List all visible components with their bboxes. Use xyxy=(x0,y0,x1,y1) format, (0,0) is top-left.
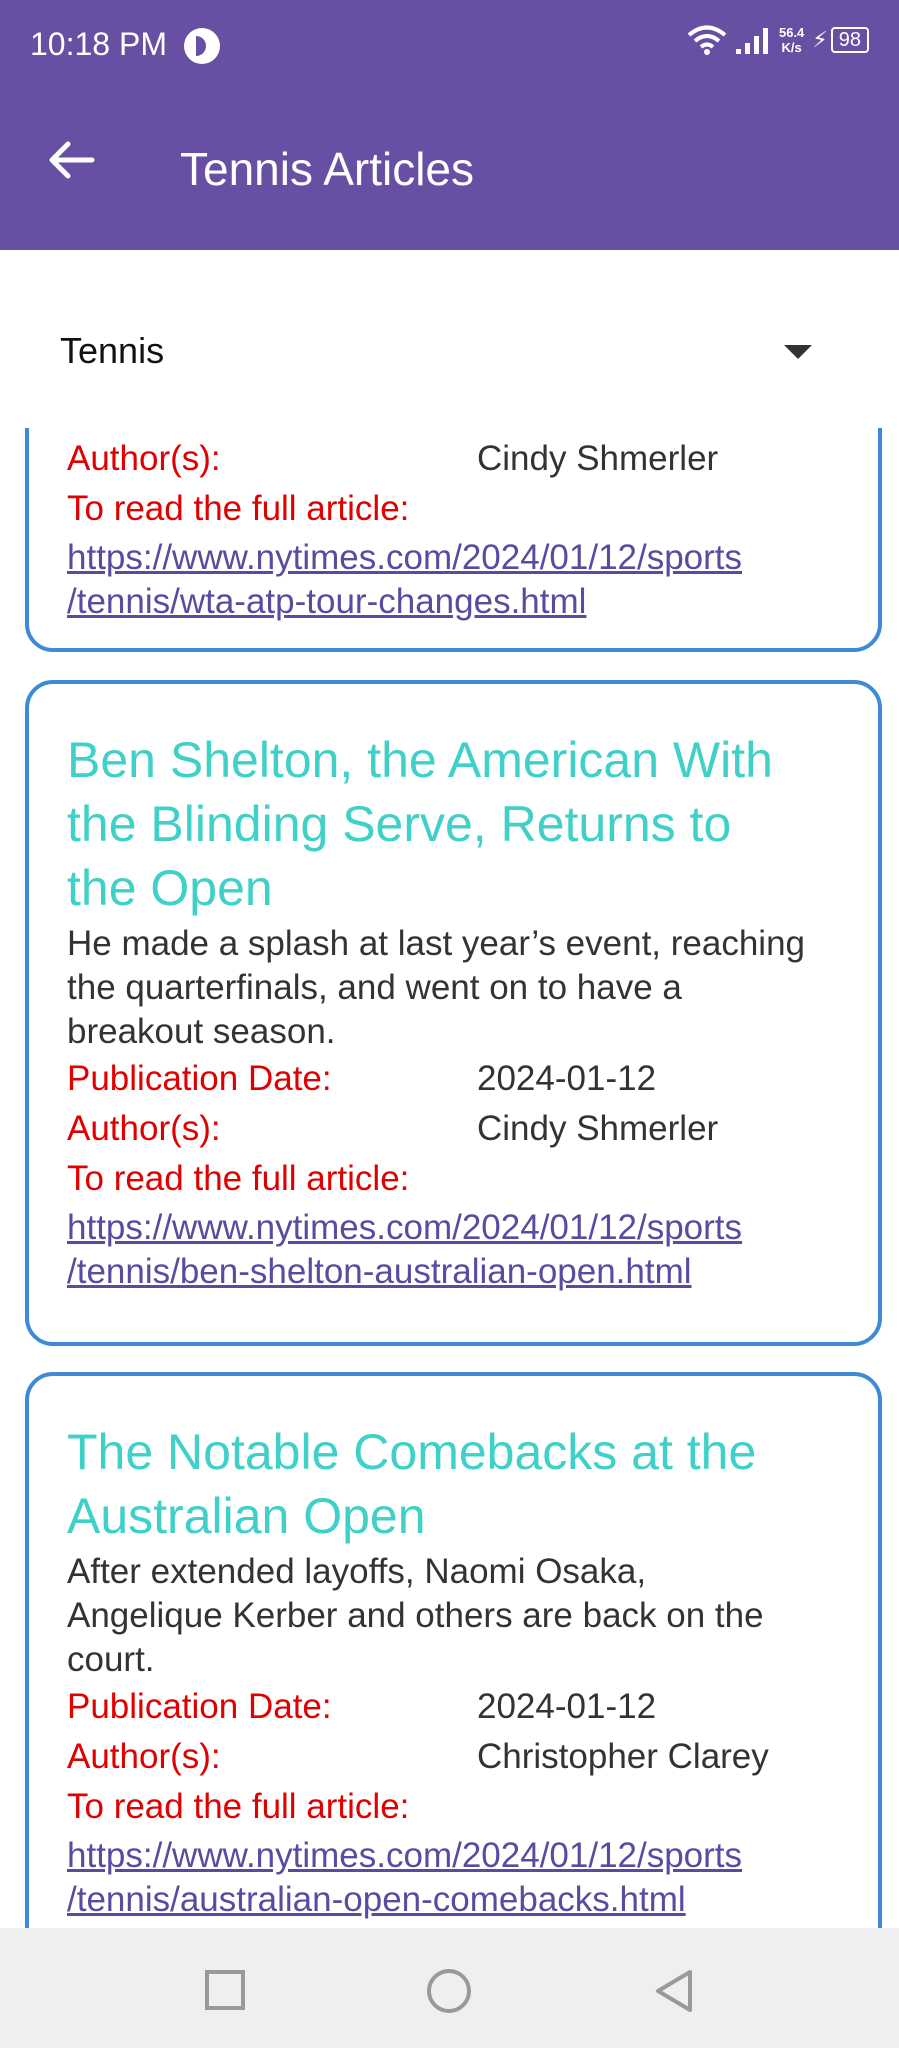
article-title-line1: Ben Shelton, the American With xyxy=(67,732,773,788)
article-title-line2: the Blinding Serve, Returns to xyxy=(67,796,732,852)
article-title: The Notable Comebacks at the Australian … xyxy=(67,1420,840,1548)
network-speed: 56.4 K/s xyxy=(779,25,804,55)
article-link-line2: /tennis/ben-shelton-australian-open.html xyxy=(67,1252,692,1291)
article-card[interactable]: Author(s): Cindy Shmerler To read the fu… xyxy=(25,428,882,652)
page-title: Tennis Articles xyxy=(180,143,475,195)
publication-date-row: Publication Date: 2024-01-12 xyxy=(67,1054,840,1104)
charging-icon: ⚡ xyxy=(812,27,828,52)
recent-apps-icon[interactable] xyxy=(203,1968,247,2012)
author-value: Christopher Clarey xyxy=(477,1737,769,1776)
author-row: Author(s): Christopher Clarey xyxy=(67,1732,840,1782)
author-row: Author(s): Cindy Shmerler xyxy=(67,1104,840,1154)
read-full-label: To read the full article: xyxy=(67,1787,410,1826)
author-label: Author(s): xyxy=(67,1737,221,1776)
back-triangle-icon[interactable] xyxy=(652,1968,696,2012)
top-app-bar: 10:18 PM 56.4 K/s ⚡ 98 Tennis Articles xyxy=(0,0,899,250)
article-link[interactable]: https://www.nytimes.com/2024/01/12/sport… xyxy=(67,1834,840,1922)
article-abstract: After extended layoffs, Naomi Osaka, Ang… xyxy=(67,1550,840,1682)
article-abstract: He made a splash at last year’s event, r… xyxy=(67,922,840,1054)
notification-app-icon xyxy=(184,28,220,64)
article-link-line1: https://www.nytimes.com/2024/01/12/sport… xyxy=(67,1208,743,1247)
battery-level: 98 xyxy=(830,27,869,53)
article-link-line1: https://www.nytimes.com/2024/01/12/sport… xyxy=(67,1836,743,1875)
article-title-line1: The Notable Comebacks at the xyxy=(67,1424,757,1480)
author-value: Cindy Shmerler xyxy=(477,439,719,478)
article-list[interactable]: Author(s): Cindy Shmerler To read the fu… xyxy=(0,428,899,1928)
article-title-line2: Australian Open xyxy=(67,1488,426,1544)
article-title-line3: the Open xyxy=(67,860,273,916)
author-value: Cindy Shmerler xyxy=(477,1109,719,1148)
battery-indicator: ⚡ 98 xyxy=(812,27,869,53)
publication-date-value: 2024-01-12 xyxy=(477,1059,657,1098)
article-title: Ben Shelton, the American With the Blind… xyxy=(67,728,840,920)
dropdown-selected-value: Tennis xyxy=(60,330,165,371)
article-abstract-line3: court. xyxy=(67,1640,155,1679)
author-label: Author(s): xyxy=(67,439,221,478)
status-time: 10:18 PM xyxy=(30,26,167,62)
screen: 10:18 PM 56.4 K/s ⚡ 98 Tennis Articles T… xyxy=(0,0,899,2048)
publication-date-value: 2024-01-12 xyxy=(477,1687,657,1726)
article-link-line2: /tennis/australian-open-comebacks.html xyxy=(67,1880,686,1919)
publication-date-label: Publication Date: xyxy=(67,1687,332,1726)
article-card[interactable]: Ben Shelton, the American With the Blind… xyxy=(25,680,882,1346)
article-link[interactable]: https://www.nytimes.com/2024/01/12/sport… xyxy=(67,1206,840,1294)
read-full-label: To read the full article: xyxy=(67,1159,410,1198)
wifi-icon xyxy=(687,24,727,56)
home-icon[interactable] xyxy=(426,1968,471,2013)
article-link-line1: https://www.nytimes.com/2024/01/12/sport… xyxy=(67,538,743,577)
net-speed-value: 56.4 xyxy=(778,25,805,40)
article-card[interactable]: The Notable Comebacks at the Australian … xyxy=(25,1372,882,1928)
publication-date-row: Publication Date: 2024-01-12 xyxy=(67,1682,840,1732)
author-label: Author(s): xyxy=(67,1109,221,1148)
article-abstract-line2: Angelique Kerber and others are back on … xyxy=(67,1596,764,1635)
publication-date-label: Publication Date: xyxy=(67,1059,332,1098)
read-full-label: To read the full article: xyxy=(67,489,410,528)
author-row: Author(s): Cindy Shmerler xyxy=(67,434,840,484)
system-navigation-bar xyxy=(0,1928,899,2048)
dropdown-arrow-icon xyxy=(784,345,812,359)
net-speed-unit: K/s xyxy=(781,40,802,55)
article-abstract-line1: After extended layoffs, Naomi Osaka, xyxy=(67,1552,647,1591)
article-abstract-line1: He made a splash at last year’s event, r… xyxy=(67,924,806,963)
article-link-line2: /tennis/wta-atp-tour-changes.html xyxy=(67,582,587,621)
back-arrow-icon[interactable] xyxy=(44,138,96,182)
signal-icon xyxy=(735,25,771,55)
status-icons: 56.4 K/s ⚡ 98 xyxy=(687,24,869,56)
article-abstract-line3: breakout season. xyxy=(67,1012,336,1051)
article-link[interactable]: https://www.nytimes.com/2024/01/12/sport… xyxy=(67,536,840,624)
category-dropdown[interactable]: Tennis xyxy=(60,330,820,376)
article-abstract-line2: the quarterfinals, and went on to have a xyxy=(67,968,682,1007)
